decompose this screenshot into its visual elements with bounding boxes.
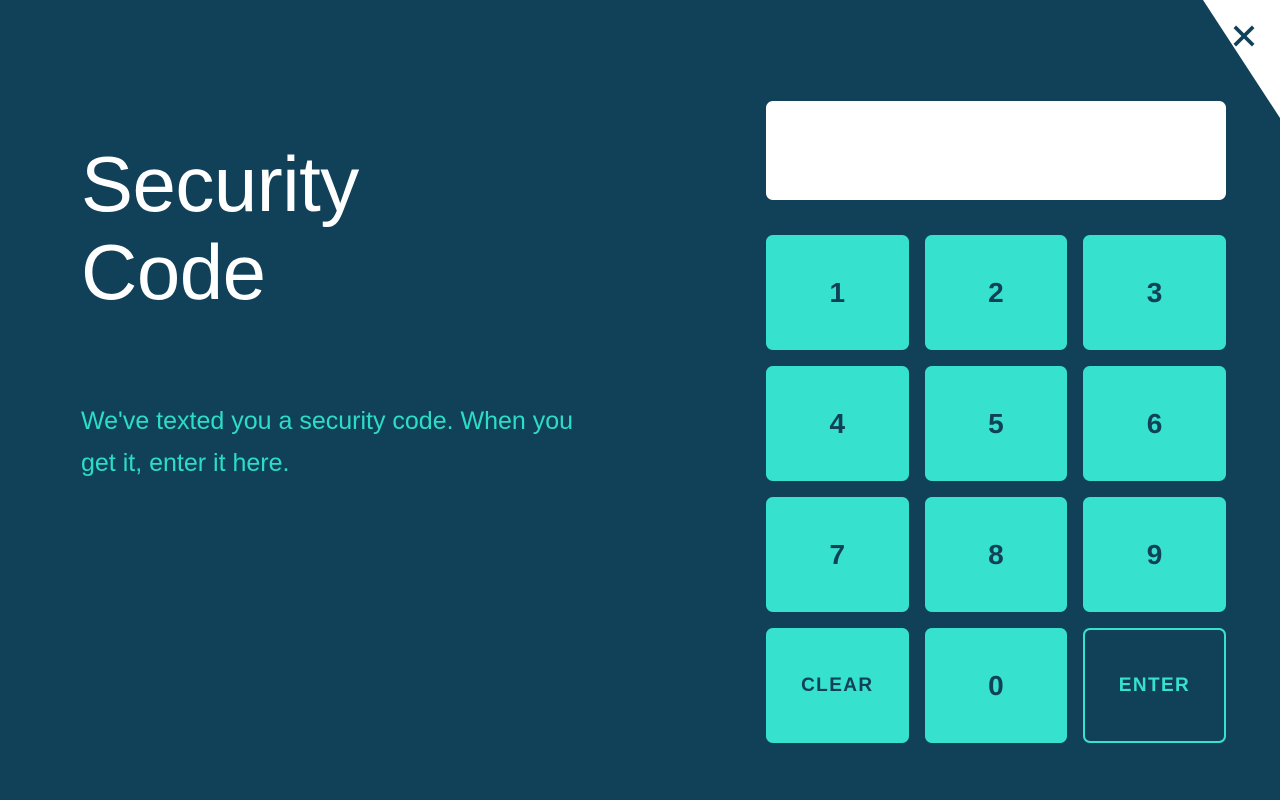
- keypad-key-3[interactable]: 3: [1083, 235, 1226, 350]
- security-code-pane: 1 2 3 4 5 6 7 8 9 CLEAR 0 ENTER: [766, 101, 1226, 743]
- keypad-clear-button[interactable]: CLEAR: [766, 628, 909, 743]
- keypad-key-6[interactable]: 6: [1083, 366, 1226, 481]
- keypad-key-4[interactable]: 4: [766, 366, 909, 481]
- page-title: Security Code: [81, 140, 359, 316]
- security-code-input[interactable]: [766, 101, 1226, 200]
- close-corner[interactable]: [1160, 0, 1280, 120]
- page-subtitle: We've texted you a security code. When y…: [81, 407, 574, 477]
- keypad-key-1[interactable]: 1: [766, 235, 909, 350]
- keypad-key-7[interactable]: 7: [766, 497, 909, 612]
- corner-triangle-decoration: [1203, 0, 1280, 118]
- keypad-key-2[interactable]: 2: [924, 235, 1068, 350]
- intro-pane: Security Code We've texted you a securit…: [81, 0, 701, 800]
- keypad-enter-button[interactable]: ENTER: [1083, 628, 1226, 743]
- keypad-key-5[interactable]: 5: [924, 366, 1068, 481]
- keypad-key-8[interactable]: 8: [924, 497, 1068, 612]
- keypad-key-0[interactable]: 0: [924, 628, 1068, 743]
- keypad-key-9[interactable]: 9: [1083, 497, 1226, 612]
- close-icon[interactable]: [1230, 22, 1258, 50]
- keypad: 1 2 3 4 5 6 7 8 9 CLEAR 0 ENTER: [766, 235, 1226, 743]
